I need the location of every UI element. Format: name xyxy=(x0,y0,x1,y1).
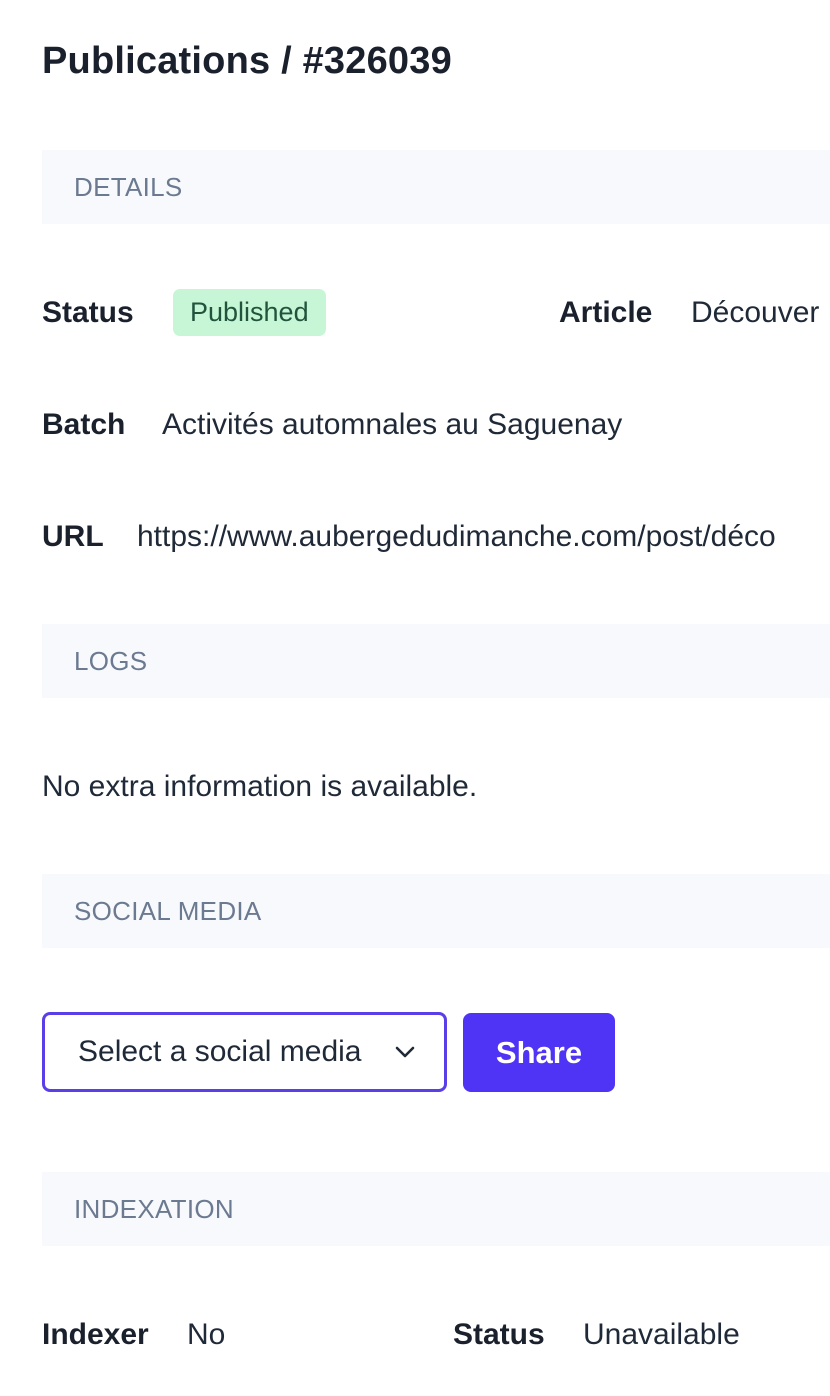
logs-section-header: LOGS xyxy=(42,624,830,698)
batch-row: Batch Activités automnales au Saguenay xyxy=(42,400,830,450)
status-article-row: Status Published Article Découver xyxy=(42,288,830,338)
logs-empty-text: No extra information is available. xyxy=(42,770,478,803)
share-button[interactable]: Share xyxy=(463,1013,615,1092)
batch-label: Batch xyxy=(42,408,126,441)
social-media-section-header: SOCIAL MEDIA xyxy=(42,874,830,948)
publication-detail-page: Publications / #326039 DETAILS Status Pu… xyxy=(42,0,830,1396)
status-badge: Published xyxy=(173,289,326,336)
page-title: Publications / #326039 xyxy=(42,40,452,82)
url-row: URL https://www.aubergedudimanche.com/po… xyxy=(42,512,830,562)
batch-value[interactable]: Activités automnales au Saguenay xyxy=(162,400,622,450)
article-label: Article xyxy=(559,296,653,329)
details-section-header: DETAILS xyxy=(42,150,830,224)
status-label: Status xyxy=(42,296,134,329)
article-value[interactable]: Découver xyxy=(691,288,819,338)
url-label: URL xyxy=(42,520,104,553)
indexation-section-header: INDEXATION xyxy=(42,1172,830,1246)
indexation-row: Indexer No Status Unavailable xyxy=(42,1310,830,1360)
url-value[interactable]: https://www.aubergedudimanche.com/post/d… xyxy=(137,512,776,562)
indexation-status-value: Unavailable xyxy=(583,1318,740,1351)
indexation-status-label: Status xyxy=(453,1318,545,1351)
indexer-value: No xyxy=(187,1318,226,1351)
social-media-select-value: Select a social media xyxy=(78,1035,362,1068)
indexer-label: Indexer xyxy=(42,1318,149,1351)
chevron-down-icon xyxy=(395,1046,415,1058)
social-media-select[interactable]: Select a social media xyxy=(42,1012,447,1092)
